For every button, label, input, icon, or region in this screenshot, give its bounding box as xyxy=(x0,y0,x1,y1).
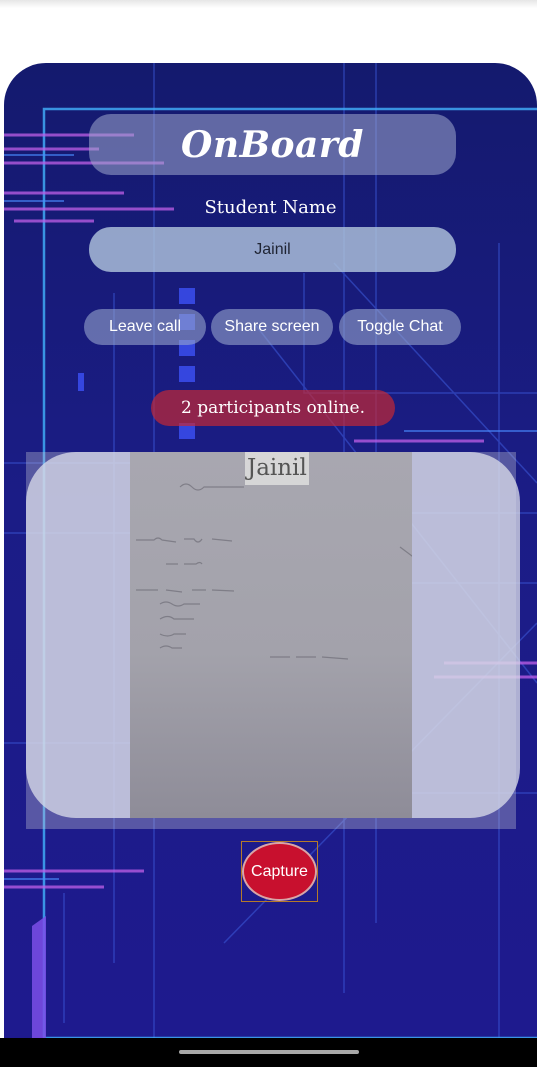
status-bar xyxy=(0,0,537,8)
app-title-banner: OnBoard xyxy=(89,114,456,175)
share-screen-button[interactable]: Share screen xyxy=(211,309,333,345)
leave-call-button[interactable]: Leave call xyxy=(84,309,206,345)
participants-online-badge: 2 participants online. xyxy=(151,390,395,426)
student-name-input[interactable] xyxy=(89,227,456,272)
participant-name-label: Jainil xyxy=(245,452,309,485)
home-indicator[interactable] xyxy=(179,1050,359,1054)
student-name-label: Student Name xyxy=(204,197,337,218)
app-title: OnBoard xyxy=(181,123,364,166)
app-screen: OnBoard Student Name Leave call Share sc… xyxy=(4,63,537,1038)
capture-button-frame: Capture xyxy=(241,841,318,902)
capture-button[interactable]: Capture xyxy=(242,842,317,901)
video-feed xyxy=(130,452,481,818)
toggle-chat-button[interactable]: Toggle Chat xyxy=(339,309,461,345)
notebook-scribbles xyxy=(136,483,481,660)
video-area: Jainil xyxy=(26,452,520,829)
video-panel xyxy=(26,452,520,818)
system-nav-bar xyxy=(0,1038,537,1067)
